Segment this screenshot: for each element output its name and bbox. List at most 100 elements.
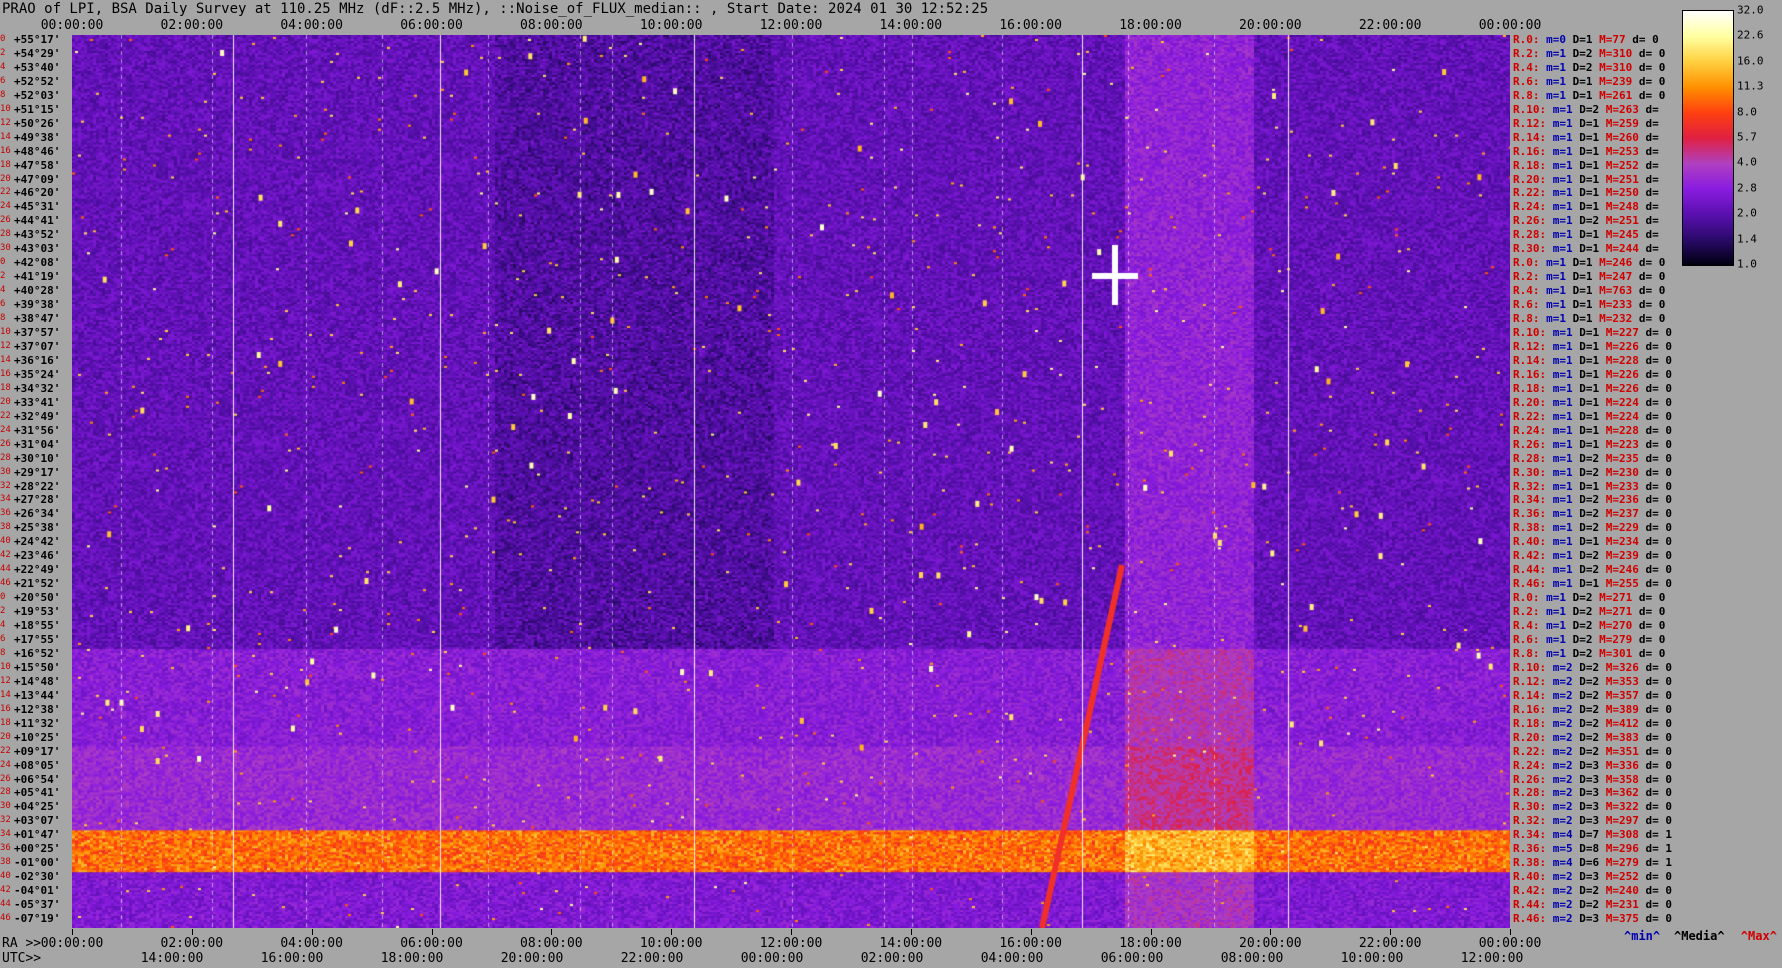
row-stat-rn: R.10:: [1513, 102, 1547, 116]
declination-label: -02°30': [14, 870, 61, 884]
row-stat-dv: D=1: [1572, 423, 1600, 437]
row-stats-line: R.32: m=2 D=3 M=297 d= 0: [1513, 815, 1672, 826]
row-stat-devv: d= 0: [1638, 674, 1672, 688]
row-stats-line: R.14: m=1 D=1 M=228 d= 0: [1513, 355, 1672, 366]
row-stat-dv: D=3: [1572, 772, 1600, 786]
top-tick-label: 22:00:00: [1358, 18, 1422, 33]
row-stat-devv: d= 0: [1632, 74, 1666, 88]
row-stat-rn: R.2:: [1513, 605, 1540, 619]
declination-label: +47°58': [14, 158, 61, 172]
row-stat-dv: D=1: [1572, 437, 1600, 451]
row-stat-devv: d=: [1638, 228, 1659, 242]
row-stat-dv: D=1: [1572, 116, 1600, 130]
row-stat-mv: m=1: [1539, 74, 1566, 88]
row-stat-Mv: M=255: [1599, 577, 1639, 591]
row-stat-rn: R.24:: [1513, 758, 1547, 772]
row-stats-line: R.26: m=1 D=1 M=223 d= 0: [1513, 439, 1672, 450]
row-stat-dv: D=7: [1572, 828, 1600, 842]
row-stat-devv: d=: [1638, 102, 1659, 116]
row-stat-dv: D=1: [1572, 339, 1600, 353]
row-stat-mv: m=2: [1546, 884, 1573, 898]
declination-label: +34°32': [14, 381, 61, 395]
row-stat-dv: D=2: [1572, 674, 1600, 688]
row-stat-dv: D=2: [1566, 646, 1593, 660]
row-stat-rn: R.16:: [1513, 367, 1547, 381]
row-stats-line: R.38: m=1 D=2 M=229 d= 0: [1513, 522, 1672, 533]
row-stat-dv: D=1: [1572, 395, 1600, 409]
row-stat-devv: d= 0: [1638, 660, 1672, 674]
row-index-label: 38: [0, 522, 11, 533]
row-stats-line: R.44: m=1 D=2 M=246 d= 0: [1513, 564, 1672, 575]
row-stat-devv: d= 0: [1638, 772, 1672, 786]
row-stat-Mv: M=228: [1599, 353, 1639, 367]
row-stats-line: R.0: m=1 D=1 M=246 d= 0: [1513, 257, 1665, 268]
row-stat-dv: D=2: [1572, 884, 1600, 898]
row-stat-mv: m=4: [1546, 828, 1573, 842]
row-stat-Mv: M=226: [1599, 367, 1639, 381]
utc-axis-label: UTC>>: [2, 951, 42, 966]
row-stats-line: R.0: m=0 D=1 M=77 d= 0: [1513, 34, 1659, 45]
declination-label: +09°17': [14, 744, 61, 758]
declination-label: +26°34': [14, 507, 61, 521]
row-stat-dv: D=2: [1572, 549, 1600, 563]
declination-label: +33°41': [14, 395, 61, 409]
row-stat-Mv: M=251: [1599, 172, 1639, 186]
row-stat-devv: d=: [1638, 144, 1659, 158]
row-index-label: 24: [0, 201, 11, 212]
row-stat-mv: m=1: [1546, 214, 1573, 228]
row-stats-line: R.42: m=2 D=2 M=240 d= 0: [1513, 885, 1672, 896]
row-stat-mv: m=2: [1546, 912, 1573, 926]
row-stat-Mv: M=251: [1599, 214, 1639, 228]
row-stat-dv: D=1: [1572, 535, 1600, 549]
row-stat-Mv: M=271: [1592, 591, 1633, 605]
row-stat-Mv: M=245: [1599, 228, 1639, 242]
row-stat-mv: m=2: [1546, 786, 1573, 800]
row-stat-mv: m=1: [1546, 451, 1573, 465]
row-stats-line: R.2: m=1 D=2 M=271 d= 0: [1513, 606, 1665, 617]
colorbar-tick-label: 2.8: [1737, 181, 1757, 195]
row-stats-line: R.40: m=2 D=3 M=252 d= 0: [1513, 871, 1672, 882]
declination-label: -05°37': [14, 898, 61, 912]
declination-label: +54°29': [14, 46, 61, 60]
row-stat-dv: D=1: [1572, 577, 1600, 591]
row-stats-line: R.2: m=1 D=2 M=310 d= 0: [1513, 48, 1665, 59]
ra-tick-label: 12:00:00: [759, 936, 823, 951]
row-stat-rn: R.22:: [1513, 186, 1547, 200]
row-index-label: 20: [0, 173, 11, 184]
row-stat-Mv: M=239: [1592, 74, 1633, 88]
row-stat-devv: d=: [1638, 116, 1659, 130]
ra-tick-label: 20:00:00: [1239, 936, 1302, 951]
top-tick-label: 18:00:00: [1119, 18, 1182, 33]
row-stat-rn: R.26:: [1513, 772, 1547, 786]
declination-label: +14°48': [14, 674, 61, 688]
ra-tick-mark: [311, 929, 313, 935]
row-stat-mv: m=1: [1546, 242, 1573, 256]
heatmap-plot: [72, 35, 1510, 928]
row-index-label: 22: [0, 410, 11, 421]
row-stats-line: R.28: m=2 D=3 M=362 d= 0: [1513, 787, 1672, 798]
row-stat-Mv: M=226: [1599, 381, 1639, 395]
row-stat-Mv: M=252: [1599, 870, 1639, 884]
utc-tick-label: 08:00:00: [1220, 951, 1284, 966]
row-stat-Mv: M=235: [1599, 451, 1639, 465]
row-index-label: 42: [0, 550, 11, 561]
declination-label: +42°08': [14, 256, 61, 270]
ra-tick-mark: [1390, 929, 1392, 935]
declination-label: +15°50': [14, 660, 61, 674]
declination-label: +19°53': [14, 605, 61, 619]
row-stat-rn: R.18:: [1513, 381, 1547, 395]
row-stats-line: R.14: m=2 D=2 M=357 d= 0: [1513, 690, 1672, 701]
colorbar: [1682, 10, 1734, 266]
row-stat-rn: R.32:: [1513, 479, 1547, 493]
row-stat-mv: m=0: [1539, 33, 1566, 46]
row-stats-line: R.6: m=1 D=1 M=233 d= 0: [1513, 299, 1665, 310]
row-stat-devv: d= 0: [1632, 605, 1666, 619]
row-stat-devv: d= 0: [1638, 814, 1672, 828]
row-stat-Mv: M=362: [1599, 786, 1639, 800]
row-stats-line: R.46: m=2 D=3 M=375 d= 0: [1513, 913, 1672, 924]
row-stat-Mv: M=279: [1592, 632, 1633, 646]
row-stat-mv: m=1: [1546, 535, 1573, 549]
row-stats-line: R.44: m=2 D=2 M=231 d= 0: [1513, 899, 1672, 910]
ra-tick-label: 14:00:00: [879, 936, 943, 951]
row-stat-rn: R.44:: [1513, 563, 1547, 577]
